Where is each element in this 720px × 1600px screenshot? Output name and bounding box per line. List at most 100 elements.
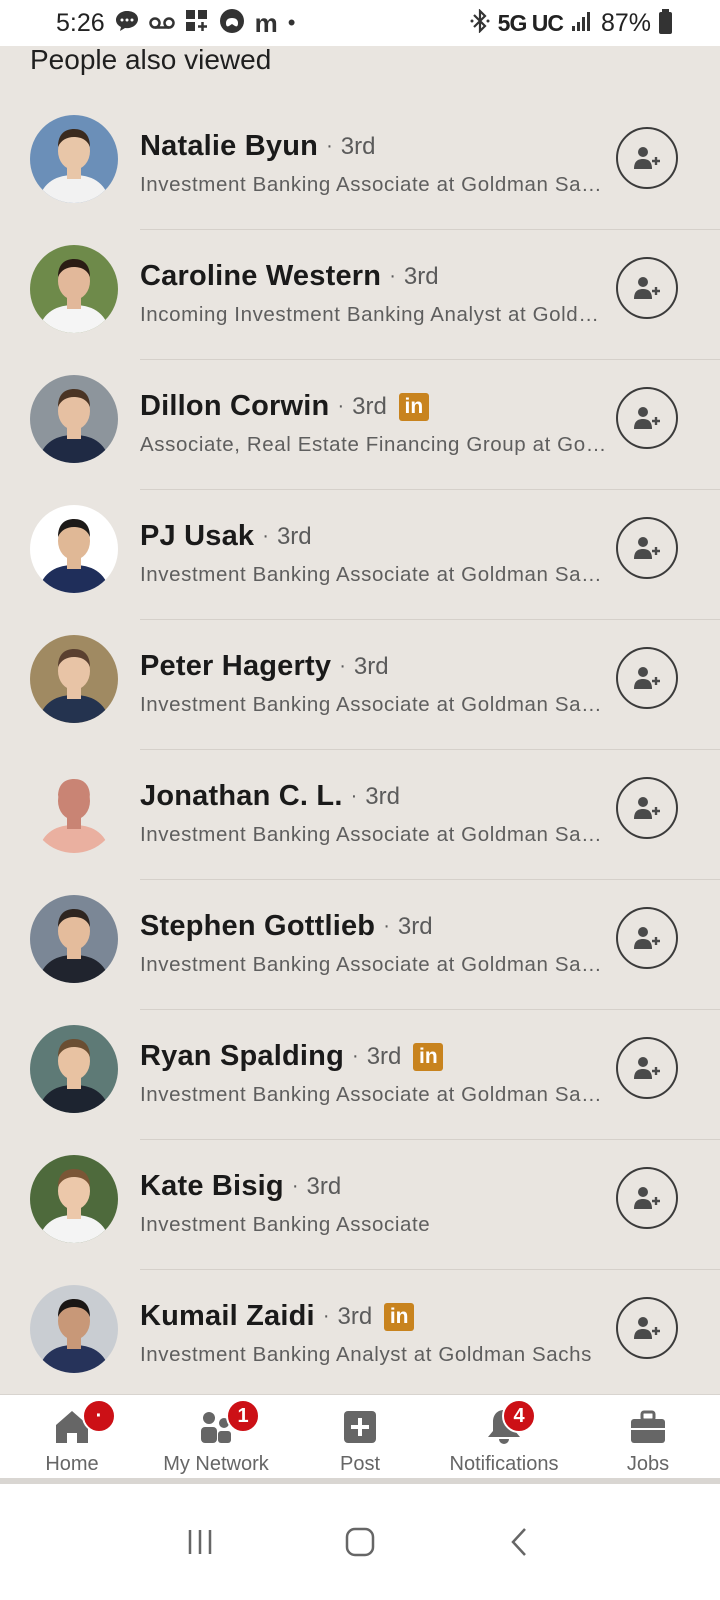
person-headline: Investment Banking Associate at Goldman … [140,563,610,586]
person-name[interactable]: Peter Hagerty [140,650,331,683]
person-headline: Investment Banking Associate at Goldman … [140,953,610,976]
person-name[interactable]: Caroline Western [140,260,381,293]
dot-icon: • [287,10,296,35]
nav-post[interactable]: Post [288,1395,432,1478]
avatar[interactable] [30,1285,118,1373]
person-name[interactable]: PJ Usak [140,520,254,553]
bluetooth-icon [470,8,490,37]
separator-dot: · [383,915,390,937]
connection-degree: 3rd [397,912,433,940]
bottom-nav: · Home 1 My Network Post 4 Notifications… [0,1394,720,1478]
person-row[interactable]: Natalie Byun · 3rd Investment Banking As… [0,100,720,230]
add-person-icon [634,1187,660,1209]
game-icon [219,8,245,38]
add-person-icon [634,797,660,819]
person-headline: Investment Banking Associate at Goldman … [140,173,610,196]
back-icon[interactable] [490,1512,550,1572]
person-name[interactable]: Kumail Zaidi [140,1300,315,1333]
person-headline: Investment Banking Associate at Goldman … [140,693,610,716]
connection-degree: 3rd [276,522,312,550]
person-headline: Investment Banking Associate at Goldman … [140,823,610,846]
separator-dot: · [326,135,333,157]
person-name[interactable]: Stephen Gottlieb [140,910,375,943]
connect-button[interactable] [616,257,678,319]
person-row[interactable]: Peter Hagerty · 3rd Investment Banking A… [0,620,720,750]
add-person-icon [634,1317,660,1339]
connect-button[interactable] [616,1037,678,1099]
avatar[interactable] [30,635,118,723]
connect-button[interactable] [616,777,678,839]
connect-button[interactable] [616,387,678,449]
linkedin-premium-icon: in [384,1302,415,1331]
connect-button[interactable] [616,1167,678,1229]
connect-button[interactable] [616,517,678,579]
avatar[interactable] [30,375,118,463]
person-name[interactable]: Jonathan C. L. [140,780,343,813]
avatar[interactable] [30,115,118,203]
apps-icon [185,9,209,37]
person-headline: Incoming Investment Banking Analyst at G… [140,303,610,326]
connection-degree: 3rd [352,392,387,420]
avatar[interactable] [30,245,118,333]
connect-button[interactable] [616,647,678,709]
add-person-icon [634,407,660,429]
section-title: People also viewed [30,44,272,75]
person-row[interactable]: Ryan Spalding · 3rd in Investment Bankin… [0,1010,720,1140]
message-icon [115,10,139,36]
connect-button[interactable] [616,1297,678,1359]
briefcase-icon [631,1410,665,1443]
nav-label: Notifications [449,1453,559,1475]
nav-home[interactable]: · Home [0,1395,144,1478]
add-person-icon [634,1057,660,1079]
nav-my-network[interactable]: 1 My Network [144,1395,288,1478]
nav-notifications[interactable]: 4 Notifications [432,1395,576,1478]
avatar[interactable] [30,1025,118,1113]
person-name[interactable]: Kate Bisig [140,1170,284,1203]
person-row[interactable]: Kumail Zaidi · 3rd in Investment Banking… [0,1270,720,1400]
connection-degree: 3rd [306,1172,342,1200]
person-name[interactable]: Natalie Byun [140,130,318,163]
add-person-icon [634,147,660,169]
system-nav-bar [0,1484,720,1600]
connection-degree: 3rd [340,132,376,160]
person-row[interactable]: Jonathan C. L. · 3rd Investment Banking … [0,750,720,880]
separator-dot: · [322,1305,330,1327]
person-name[interactable]: Ryan Spalding [140,1040,344,1073]
avatar[interactable] [30,1155,118,1243]
home-circle-icon[interactable] [330,1512,390,1572]
post-icon [344,1411,376,1443]
separator-dot: · [291,1175,299,1197]
person-row[interactable]: Kate Bisig · 3rd Investment Banking Asso… [0,1140,720,1270]
separator-dot: · [337,395,345,417]
person-headline: Associate, Real Estate Financing Group a… [140,433,610,456]
person-row[interactable]: Dillon Corwin · 3rd in Associate, Real E… [0,360,720,490]
separator-dot: · [262,525,269,547]
connection-degree: 3rd [366,1042,402,1070]
network-type: 5G UC [497,9,564,36]
connection-degree: 3rd [353,652,389,680]
add-person-icon [634,667,660,689]
avatar[interactable] [30,765,118,853]
person-headline: Investment Banking Associate [140,1213,431,1236]
nav-jobs[interactable]: Jobs [576,1395,720,1478]
notifications-badge: 4 [502,1399,536,1433]
person-row[interactable]: Caroline Western · 3rd Incoming Investme… [0,230,720,360]
person-row[interactable]: Stephen Gottlieb · 3rd Investment Bankin… [0,880,720,1010]
connect-button[interactable] [616,127,678,189]
person-name[interactable]: Dillon Corwin [140,390,329,423]
recent-apps-icon[interactable] [170,1512,230,1572]
avatar[interactable] [30,505,118,593]
battery-icon [659,9,672,34]
separator-dot: · [352,1045,359,1067]
add-person-icon [634,927,660,949]
linkedin-premium-icon: in [398,392,429,421]
avatar[interactable] [30,895,118,983]
add-person-icon [634,277,660,299]
nav-label: Home [45,1453,99,1475]
nav-label: Jobs [626,1453,670,1475]
connect-button[interactable] [616,907,678,969]
person-row[interactable]: PJ Usak · 3rd Investment Banking Associa… [0,490,720,620]
home-badge: · [82,1399,116,1433]
person-headline: Investment Banking Analyst at Goldman Sa… [140,1343,592,1366]
voicemail-icon [148,12,175,34]
